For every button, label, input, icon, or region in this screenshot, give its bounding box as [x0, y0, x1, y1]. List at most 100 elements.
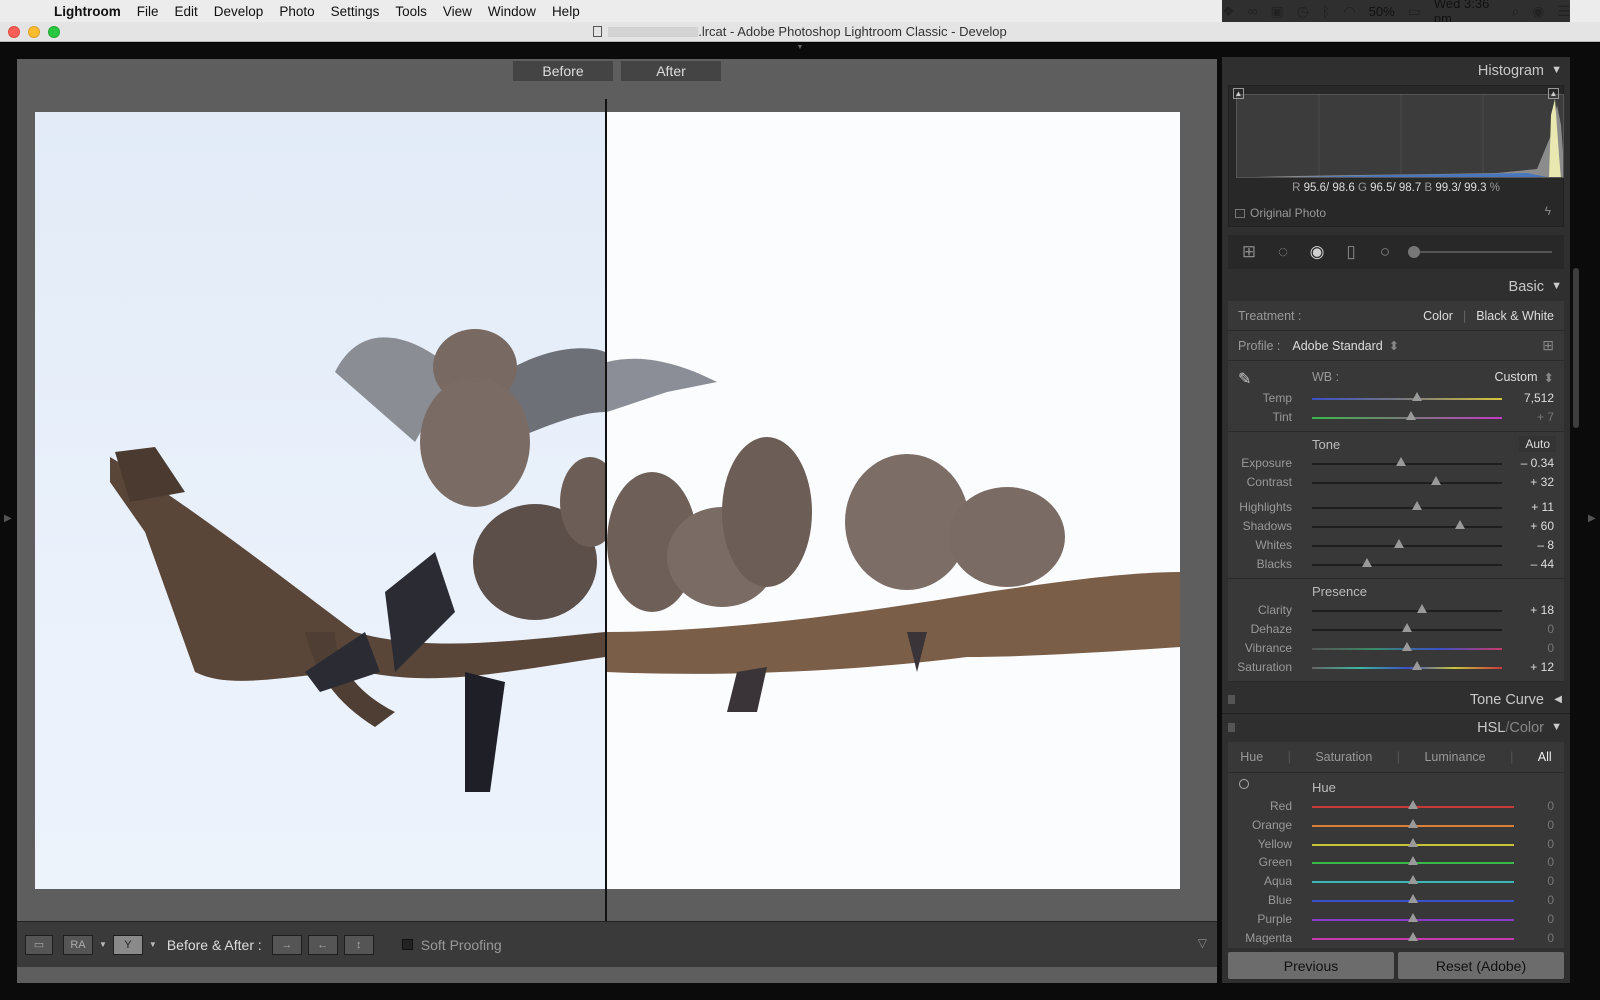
- slider-thumb-icon[interactable]: [1411, 661, 1422, 670]
- slider-value[interactable]: – 8: [1504, 538, 1554, 552]
- slider-track[interactable]: [1312, 623, 1502, 632]
- slider-track[interactable]: [1312, 893, 1514, 903]
- slider-thumb-icon[interactable]: [1408, 800, 1418, 809]
- tab-all[interactable]: All: [1538, 750, 1552, 764]
- panel-switch-icon[interactable]: [1228, 723, 1235, 732]
- spot-removal-icon[interactable]: ◌: [1272, 242, 1294, 262]
- slider-value[interactable]: 0: [1547, 893, 1554, 907]
- slider-track[interactable]: [1312, 931, 1514, 941]
- slider-value[interactable]: 0: [1547, 874, 1554, 888]
- red-eye-icon[interactable]: ◉: [1306, 242, 1328, 262]
- slider-row-highlights[interactable]: Highlights + 11: [1228, 498, 1564, 517]
- shadow-clipping-icon[interactable]: ▲: [1233, 88, 1244, 99]
- profile-select[interactable]: Adobe Standard: [1292, 339, 1382, 353]
- toolbar-content-menu-icon[interactable]: ▽: [1198, 936, 1207, 950]
- treatment-color-option[interactable]: Color: [1423, 309, 1453, 323]
- slider-track[interactable]: [1312, 837, 1514, 847]
- slider-track[interactable]: [1312, 411, 1502, 420]
- panel-switch-icon[interactable]: [1228, 695, 1235, 704]
- copy-after-to-before-button[interactable]: ←: [307, 934, 338, 955]
- original-photo-toggle[interactable]: Original Photo: [1235, 206, 1326, 220]
- slider-thumb-icon[interactable]: [1408, 856, 1418, 866]
- slider-row-purple[interactable]: Purple 0: [1228, 910, 1564, 929]
- slider-thumb-icon[interactable]: [1417, 604, 1428, 613]
- collapse-triangle-icon[interactable]: ▼: [1551, 280, 1562, 292]
- slider-value[interactable]: 0: [1504, 622, 1554, 636]
- slider-value[interactable]: + 32: [1504, 475, 1554, 489]
- right-panel-toggle-icon[interactable]: ▶: [1588, 513, 1596, 524]
- graduated-filter-icon[interactable]: ▯: [1340, 242, 1362, 262]
- slider-row-temp[interactable]: Temp 7,512: [1228, 389, 1564, 408]
- slider-track[interactable]: [1312, 392, 1502, 401]
- slider-row-green[interactable]: Green 0: [1228, 853, 1564, 872]
- tab-saturation[interactable]: Saturation: [1315, 750, 1372, 764]
- slider-track[interactable]: [1312, 520, 1502, 529]
- top-panel-grip-icon[interactable]: ▼: [794, 44, 806, 51]
- slider-thumb-icon[interactable]: [1402, 623, 1412, 632]
- slider-value[interactable]: 0: [1547, 931, 1554, 945]
- adjustment-brush-icon[interactable]: [1408, 246, 1420, 258]
- slider-track[interactable]: [1312, 539, 1502, 548]
- slider-value[interactable]: + 7: [1504, 410, 1554, 424]
- slider-row-orange[interactable]: Orange 0: [1228, 816, 1564, 835]
- menu-develop[interactable]: Develop: [206, 4, 272, 19]
- reset-button[interactable]: Reset (Adobe): [1398, 952, 1564, 979]
- slider-track[interactable]: [1312, 558, 1502, 567]
- slider-value[interactable]: 0: [1547, 818, 1554, 832]
- slider-row-blue[interactable]: Blue 0: [1228, 891, 1564, 910]
- menu-edit[interactable]: Edit: [167, 4, 206, 19]
- slider-row-dehaze[interactable]: Dehaze 0: [1228, 620, 1564, 639]
- slider-thumb-icon[interactable]: [1408, 912, 1418, 922]
- slider-value[interactable]: 7,512: [1504, 391, 1554, 405]
- hsl-title-hsl[interactable]: HSL: [1477, 720, 1505, 736]
- slider-row-saturation[interactable]: Saturation + 12: [1228, 658, 1564, 677]
- slider-track[interactable]: [1312, 856, 1514, 866]
- menu-view[interactable]: View: [435, 4, 480, 19]
- slider-track[interactable]: [1312, 875, 1514, 885]
- slider-row-whites[interactable]: Whites – 8: [1228, 536, 1564, 555]
- left-panel-toggle-icon[interactable]: ▶: [4, 513, 12, 524]
- slider-row-yellow[interactable]: Yellow 0: [1228, 835, 1564, 854]
- slider-value[interactable]: – 44: [1504, 557, 1554, 571]
- tab-luminance[interactable]: Luminance: [1424, 750, 1485, 764]
- clock[interactable]: Wed 3:36 pm: [1434, 0, 1498, 22]
- app-status-icon[interactable]: ▣: [1271, 3, 1284, 20]
- slider-track[interactable]: [1312, 457, 1502, 466]
- hsl-header[interactable]: HSL/Color ▼: [1222, 714, 1570, 742]
- creative-cloud-icon[interactable]: ∞: [1248, 3, 1258, 19]
- collapse-triangle-icon[interactable]: ▼: [1551, 721, 1562, 733]
- previous-button[interactable]: Previous: [1228, 952, 1394, 979]
- slider-thumb-icon[interactable]: [1408, 875, 1418, 885]
- slider-row-blacks[interactable]: Blacks – 44: [1228, 555, 1564, 574]
- slider-row-exposure[interactable]: Exposure – 0.34: [1228, 454, 1564, 473]
- slider-row-shadows[interactable]: Shadows + 60: [1228, 517, 1564, 536]
- bluetooth-icon[interactable]: ᛒ: [1322, 3, 1330, 19]
- soft-proofing-checkbox[interactable]: [401, 939, 413, 950]
- slider-thumb-icon[interactable]: [1408, 837, 1418, 847]
- siri-icon[interactable]: ◉: [1532, 3, 1544, 20]
- highlight-clipping-icon[interactable]: ▲: [1548, 88, 1559, 99]
- tone-curve-header[interactable]: Tone Curve ◀: [1222, 686, 1570, 714]
- slider-value[interactable]: 0: [1547, 837, 1554, 851]
- reference-view-button[interactable]: RA: [63, 934, 93, 955]
- after-photo[interactable]: [607, 112, 1180, 889]
- menu-window[interactable]: Window: [480, 4, 544, 19]
- slider-value[interactable]: + 60: [1504, 519, 1554, 533]
- dropbox-icon[interactable]: ❖: [1222, 3, 1235, 20]
- notification-center-icon[interactable]: ☰: [1557, 3, 1570, 20]
- menu-help[interactable]: Help: [544, 4, 588, 19]
- time-machine-icon[interactable]: ◷: [1297, 3, 1309, 20]
- menu-settings[interactable]: Settings: [323, 4, 388, 19]
- slider-value[interactable]: – 0.34: [1504, 456, 1554, 470]
- slider-track[interactable]: [1312, 661, 1502, 670]
- crop-overlay-icon[interactable]: ⊞: [1238, 242, 1260, 262]
- slider-thumb-icon[interactable]: [1430, 476, 1441, 485]
- slider-row-clarity[interactable]: Clarity + 18: [1228, 601, 1564, 620]
- histogram-header[interactable]: Histogram ▼: [1222, 57, 1570, 85]
- profile-browser-grid-icon[interactable]: ⊞: [1542, 337, 1554, 354]
- slider-row-magenta[interactable]: Magenta 0: [1228, 929, 1564, 948]
- slider-thumb-icon[interactable]: [1408, 818, 1418, 828]
- slider-track[interactable]: [1312, 501, 1502, 510]
- slider-value[interactable]: 0: [1547, 912, 1554, 926]
- slider-thumb-icon[interactable]: [1362, 558, 1373, 567]
